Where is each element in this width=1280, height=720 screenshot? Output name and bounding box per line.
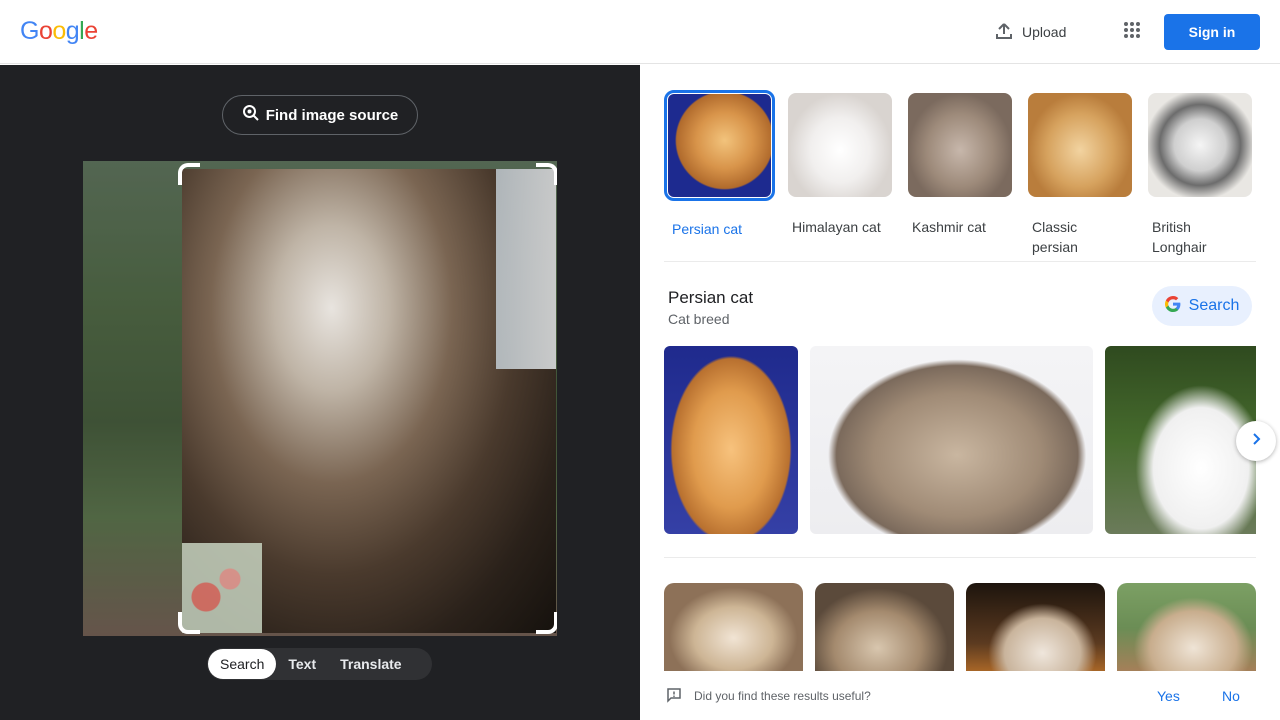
upload-button[interactable]: Upload — [984, 14, 1076, 50]
entity-search-label: Search — [1188, 297, 1240, 314]
feedback-bar: Did you find these results useful? Yes N… — [640, 671, 1280, 720]
feedback-yes-button[interactable]: Yes — [1157, 688, 1180, 704]
crop-handle-bottom-right[interactable] — [536, 612, 557, 634]
related-label: British Longhair — [1152, 219, 1207, 255]
crop-selection[interactable] — [182, 169, 556, 633]
related-thumbnail — [668, 94, 771, 197]
related-breeds-strip: Persian cat Himalayan cat Kashmir cat Cl… — [664, 90, 1256, 262]
visual-match-image[interactable] — [966, 583, 1105, 671]
upload-label: Upload — [1022, 24, 1067, 40]
find-image-source-button[interactable]: Find image source — [222, 95, 418, 135]
apps-grid-icon — [1123, 21, 1141, 44]
logo-letter: G — [20, 17, 39, 45]
entity-subtitle: Cat breed — [668, 311, 730, 327]
window-region — [496, 169, 556, 369]
visual-match-image[interactable] — [1117, 583, 1256, 671]
related-thumbnail — [1028, 93, 1132, 197]
feedback-question: Did you find these results useful? — [694, 689, 871, 703]
related-label: Persian cat — [672, 221, 743, 237]
visual-match-image[interactable] — [664, 583, 803, 671]
google-g-icon — [1164, 295, 1181, 317]
lens-search-icon — [242, 104, 260, 126]
related-thumbnail — [788, 93, 892, 197]
divider — [664, 261, 1256, 262]
gallery-image[interactable] — [1105, 346, 1256, 534]
tab-search[interactable]: Search — [208, 649, 277, 679]
chevron-right-icon — [1249, 432, 1263, 451]
sign-in-button[interactable]: Sign in — [1164, 14, 1260, 50]
logo-letter: g — [65, 17, 80, 45]
entity-search-button[interactable]: Search — [1152, 286, 1252, 326]
feedback-no-button[interactable]: No — [1222, 688, 1240, 704]
crop-handle-top-left[interactable] — [178, 163, 200, 185]
divider — [664, 557, 1256, 558]
gallery-image[interactable] — [664, 346, 798, 534]
google-logo[interactable]: Google — [20, 17, 98, 46]
related-label: Himalayan cat — [792, 219, 881, 235]
upload-icon — [994, 21, 1014, 44]
logo-letter: o — [52, 17, 66, 45]
gallery-next-button[interactable] — [1236, 421, 1276, 461]
crop-handle-top-right[interactable] — [536, 163, 557, 185]
crop-handle-bottom-left[interactable] — [178, 612, 200, 634]
related-label: Classic persian — [1032, 219, 1078, 255]
results-panel: Persian cat Himalayan cat Kashmir cat Cl… — [640, 65, 1280, 720]
related-thumbnail — [1148, 93, 1252, 197]
visual-matches-grid — [664, 583, 1256, 671]
top-bar: Google Upload Sign in — [0, 0, 1280, 64]
gallery-image[interactable] — [810, 346, 1093, 534]
feedback-icon — [666, 687, 682, 708]
logo-letter: e — [84, 17, 98, 45]
apps-button[interactable] — [1114, 14, 1150, 50]
tab-translate[interactable]: Translate — [328, 649, 413, 679]
visual-match-image[interactable] — [815, 583, 954, 671]
source-image — [83, 161, 557, 636]
mode-tabs: Search Text Translate — [207, 648, 432, 680]
image-crop-panel: Find image source Search Text Translate — [0, 65, 640, 720]
find-image-source-label: Find image source — [265, 106, 399, 124]
related-label: Kashmir cat — [912, 219, 986, 235]
image-gallery — [664, 346, 1256, 534]
logo-letter: o — [38, 17, 53, 45]
related-thumbnail — [908, 93, 1012, 197]
tab-text[interactable]: Text — [276, 649, 328, 679]
entity-title[interactable]: Persian cat — [668, 288, 753, 308]
